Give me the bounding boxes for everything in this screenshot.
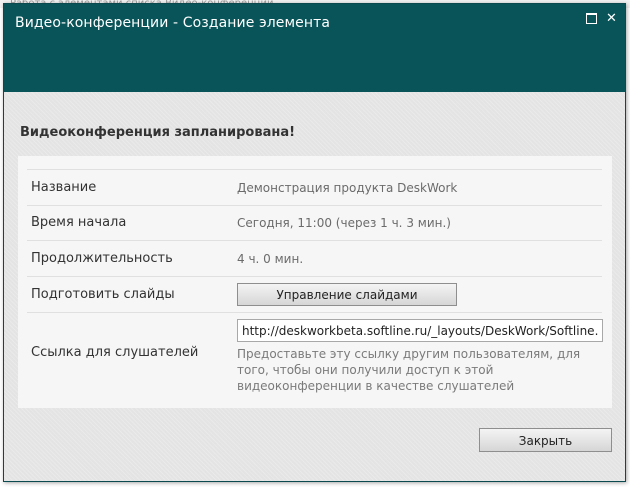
manage-slides-button[interactable]: Управление слайдами — [237, 283, 457, 306]
slides-label: Подготовить слайды — [31, 287, 175, 302]
maximize-icon[interactable] — [586, 13, 597, 24]
start-time-label: Время начала — [31, 215, 127, 230]
listener-link-row: Ссылка для слушателей Предоставьте эту с… — [27, 313, 603, 398]
dialog-title: Видео-конференции - Создание элемента — [15, 15, 331, 31]
dialog-content: Видеоконференция запланирована! Название… — [4, 92, 625, 481]
duration-label: Продолжительность — [31, 251, 173, 266]
dialog-titlebar: Видео-конференции - Создание элемента ✕ — [4, 4, 625, 92]
listener-link-hint: Предоставьте эту ссылку другим пользоват… — [237, 347, 581, 393]
slides-row: Подготовить слайды Управление слайдами — [27, 277, 602, 313]
details-panel: Название Демонстрация продукта DeskWork … — [18, 156, 612, 408]
confirmation-heading: Видеоконференция запланирована! — [20, 125, 296, 140]
name-label: Название — [31, 180, 97, 195]
close-icon[interactable]: ✕ — [606, 12, 617, 25]
name-value: Демонстрация продукта DeskWork — [237, 181, 458, 195]
duration-row: Продолжительность 4 ч. 0 мин. — [27, 241, 602, 277]
start-time-row: Время начала Сегодня, 11:00 (через 1 ч. … — [27, 205, 602, 241]
close-button[interactable]: Закрыть — [479, 428, 612, 452]
duration-value: 4 ч. 0 мин. — [237, 252, 304, 266]
start-time-value: Сегодня, 11:00 (через 1 ч. 3 мин.) — [237, 216, 451, 230]
create-item-dialog: Видео-конференции - Создание элемента ✕ … — [3, 3, 626, 482]
listener-link-label: Ссылка для слушателей — [31, 345, 199, 360]
name-row: Название Демонстрация продукта DeskWork — [27, 169, 602, 206]
listener-link-input[interactable] — [237, 319, 603, 342]
